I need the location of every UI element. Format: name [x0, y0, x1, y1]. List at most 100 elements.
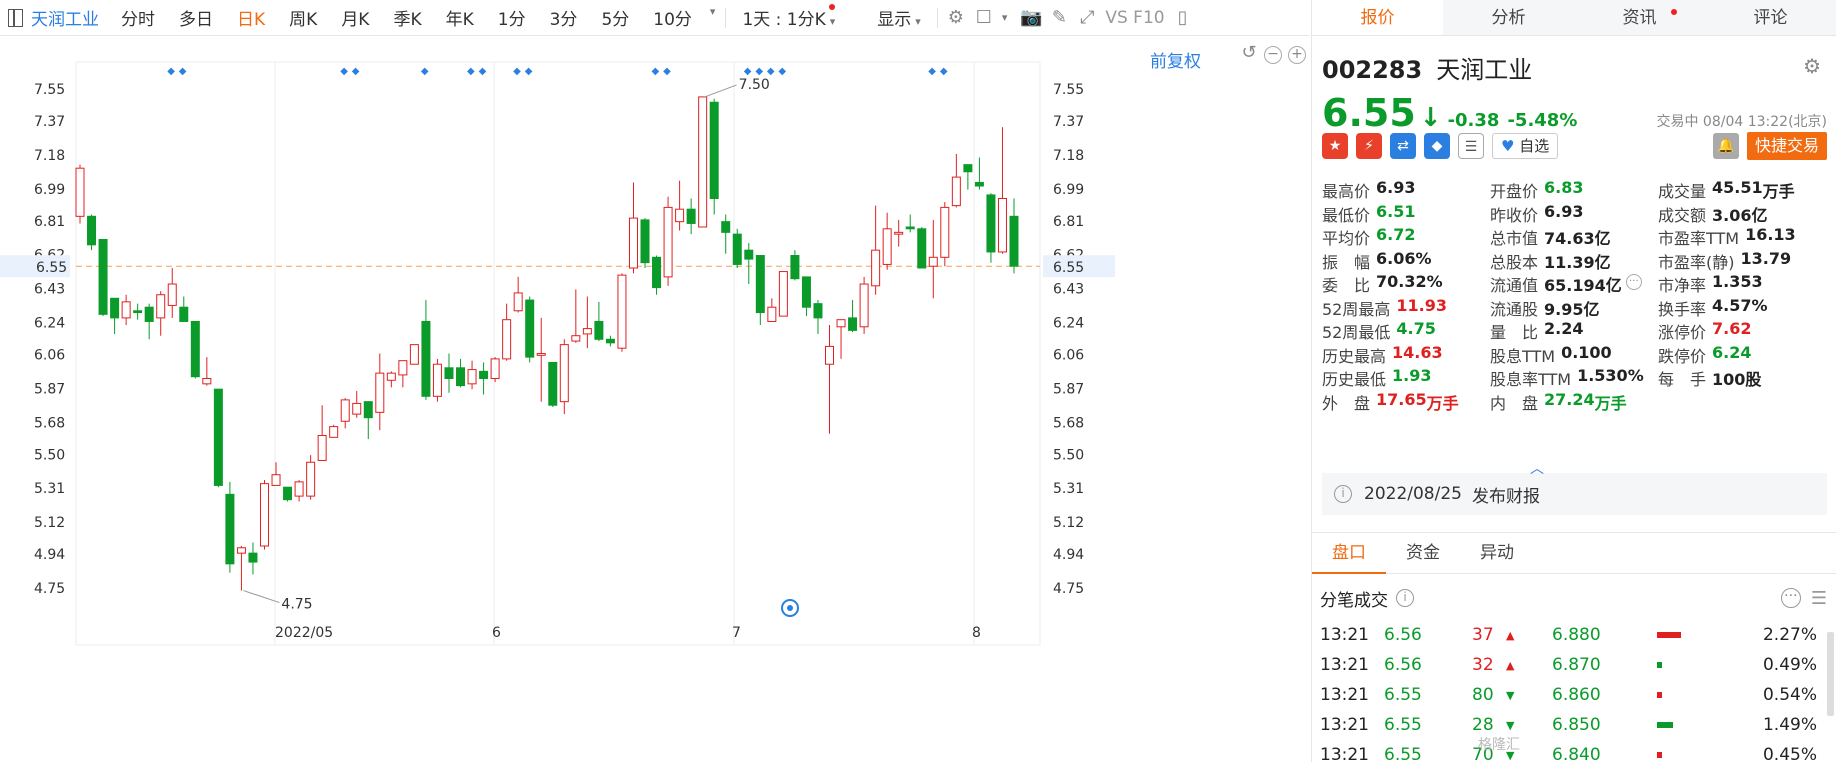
event-marker[interactable]: ◆ [663, 66, 671, 77]
bell-icon[interactable]: 🔔 [1712, 133, 1739, 159]
fullscreen-icon[interactable]: ⤢ [1073, 4, 1101, 32]
kline-chart[interactable]: 7.55 7.55 7.37 7.37 7.18 7.18 6.99 6.99 6.81 6.81… [0, 37, 1310, 762]
chevron-down-icon[interactable]: ▾ [710, 5, 716, 30]
period-tab[interactable]: 月K [329, 5, 381, 30]
scrollbar[interactable] [1827, 632, 1834, 716]
more-icon[interactable]: ··· [1625, 274, 1642, 290]
display-menu[interactable]: 显示 ▾ [865, 5, 933, 30]
run-icon[interactable]: ⚡ [1356, 133, 1382, 159]
period-tab[interactable]: 3分 [538, 5, 590, 30]
candle [87, 214, 97, 251]
y-tick-label-right: 6.24 [1053, 315, 1084, 331]
candle-body [663, 206, 673, 278]
tick-percent: 0.54% [1762, 685, 1817, 705]
candle-body [363, 401, 373, 419]
candle [663, 196, 673, 286]
adjust-mode-label[interactable]: 前复权 [1150, 47, 1201, 72]
event-marker[interactable]: ◆ [352, 66, 360, 77]
quote-tab[interactable]: 报价 [1312, 0, 1443, 35]
event-marker[interactable]: ◆ [421, 66, 429, 77]
event-marker[interactable]: ◆ [755, 66, 763, 77]
candle-body [928, 256, 938, 267]
gear-icon[interactable]: ⚙ [1803, 54, 1821, 78]
event-marker[interactable]: ◆ [652, 66, 660, 77]
panel-tab[interactable]: 盘口 [1312, 532, 1386, 574]
quote-tab-label: 资讯 [1622, 8, 1657, 28]
candle [986, 193, 996, 263]
period-tab[interactable]: 季K [381, 5, 433, 30]
panel-tab[interactable]: 异动 [1460, 532, 1534, 574]
period-tab[interactable]: 年K [434, 5, 486, 30]
tag-icon[interactable]: ◆ [1424, 133, 1450, 159]
zoom-in-icon[interactable]: + [1288, 46, 1306, 64]
earnings-notice[interactable]: i 2022/08/25 发布财报 [1322, 473, 1827, 515]
settings-gear-icon[interactable]: ⚙ [942, 4, 970, 32]
volume-bar [1657, 632, 1681, 638]
reset-icon[interactable]: ↺ [1240, 44, 1258, 64]
event-marker[interactable]: ◆ [479, 66, 487, 77]
quote-tab[interactable]: 分析 [1443, 0, 1574, 35]
period-tab[interactable]: 日K [225, 5, 277, 30]
event-marker[interactable]: ◆ [340, 66, 348, 77]
panel-toggle-icon[interactable]: ▯ [1169, 4, 1197, 32]
period-tab[interactable]: 5分 [589, 5, 641, 30]
candle [363, 401, 373, 440]
book-price: 6.850 [1552, 715, 1601, 735]
stock-name-label[interactable]: 天润工业 [31, 5, 99, 30]
candle-body [432, 363, 442, 397]
camera-icon[interactable]: 📷 [1017, 4, 1045, 32]
event-marker[interactable]: ◆ [767, 66, 775, 77]
triangle-down-icon: ▼ [1506, 718, 1515, 732]
event-marker[interactable]: ◆ [928, 66, 936, 77]
indicator-box-icon[interactable]: ☐ [970, 4, 998, 32]
shuffle-icon[interactable]: ⇄ [1390, 133, 1416, 159]
period-tab[interactable]: 10分 [641, 5, 704, 30]
quick-trade-button[interactable]: 快捷交易 [1746, 132, 1827, 160]
event-marker[interactable]: ◆ [940, 66, 948, 77]
candle-body [340, 399, 350, 422]
stat-unit: 万手 [1594, 393, 1627, 413]
candle-body [352, 402, 362, 415]
period-tab[interactable]: 多日 [167, 5, 225, 30]
info-icon[interactable]: i [1396, 589, 1414, 607]
info-icon: i [1334, 485, 1352, 503]
period-tab[interactable]: 周K [277, 5, 329, 30]
candle-body [502, 319, 512, 360]
y-tick-label-right: 6.06 [1053, 348, 1084, 364]
quote-tab[interactable]: 资讯 [1574, 0, 1705, 35]
pencil-icon[interactable]: ✎ [1045, 4, 1073, 32]
quote-tab[interactable]: 评论 [1705, 0, 1836, 35]
tick-percent: 0.45% [1762, 745, 1817, 762]
tick-row: 13:21 6.55 70 ▼ 6.840 0.45% [1312, 740, 1817, 762]
zoom-out-icon[interactable]: − [1264, 46, 1282, 64]
period-tab[interactable]: 1分 [486, 5, 538, 30]
stat-value: 6.51 [1376, 201, 1416, 221]
list-icon[interactable]: ☰ [1811, 588, 1827, 609]
vs-f10-button[interactable]: VS F10 [1101, 8, 1168, 28]
event-marker[interactable]: ◆ [744, 66, 752, 77]
event-marker[interactable]: ◆ [167, 66, 175, 77]
event-marker[interactable]: ◆ [778, 66, 786, 77]
event-marker[interactable]: ◆ [179, 66, 187, 77]
panel-tab[interactable]: 资金 [1386, 532, 1460, 574]
candle [467, 360, 477, 390]
chevron-down-icon: ▾ [829, 15, 836, 28]
stat-label: 市净率 [1658, 276, 1707, 295]
candle-body [456, 367, 466, 387]
period-tab[interactable]: 分时 [109, 5, 167, 30]
chevron-up-icon[interactable]: ︿ [1530, 458, 1544, 478]
china-flag-icon[interactable]: ★ [1322, 133, 1348, 159]
book-price: 6.860 [1552, 685, 1601, 705]
chevron-down-icon[interactable]: ▾ [1002, 11, 1008, 24]
note-icon[interactable]: ☰ [1458, 133, 1484, 159]
event-marker[interactable]: ◆ [525, 66, 533, 77]
event-marker[interactable]: ◆ [513, 66, 521, 77]
event-marker[interactable]: ◆ [467, 66, 475, 77]
sidebar-toggle-icon[interactable] [8, 8, 23, 27]
candlestick-svg[interactable]: 7.55 7.55 7.37 7.37 7.18 7.18 6.99 6.99 6.81 6.81… [0, 37, 1310, 762]
chart-toolbar: 天润工业 分时 多日 日K 周K 月K 季K 年K 1分 3分 5分 10分 ▾ 1天 : 1分K ▾ … [0, 0, 1310, 36]
more-icon[interactable]: ··· [1780, 588, 1801, 608]
candle-body [98, 238, 108, 315]
y-tick-label-left: 4.94 [34, 547, 65, 563]
add-watchlist-button[interactable]: ♥ 自选 [1492, 133, 1559, 159]
